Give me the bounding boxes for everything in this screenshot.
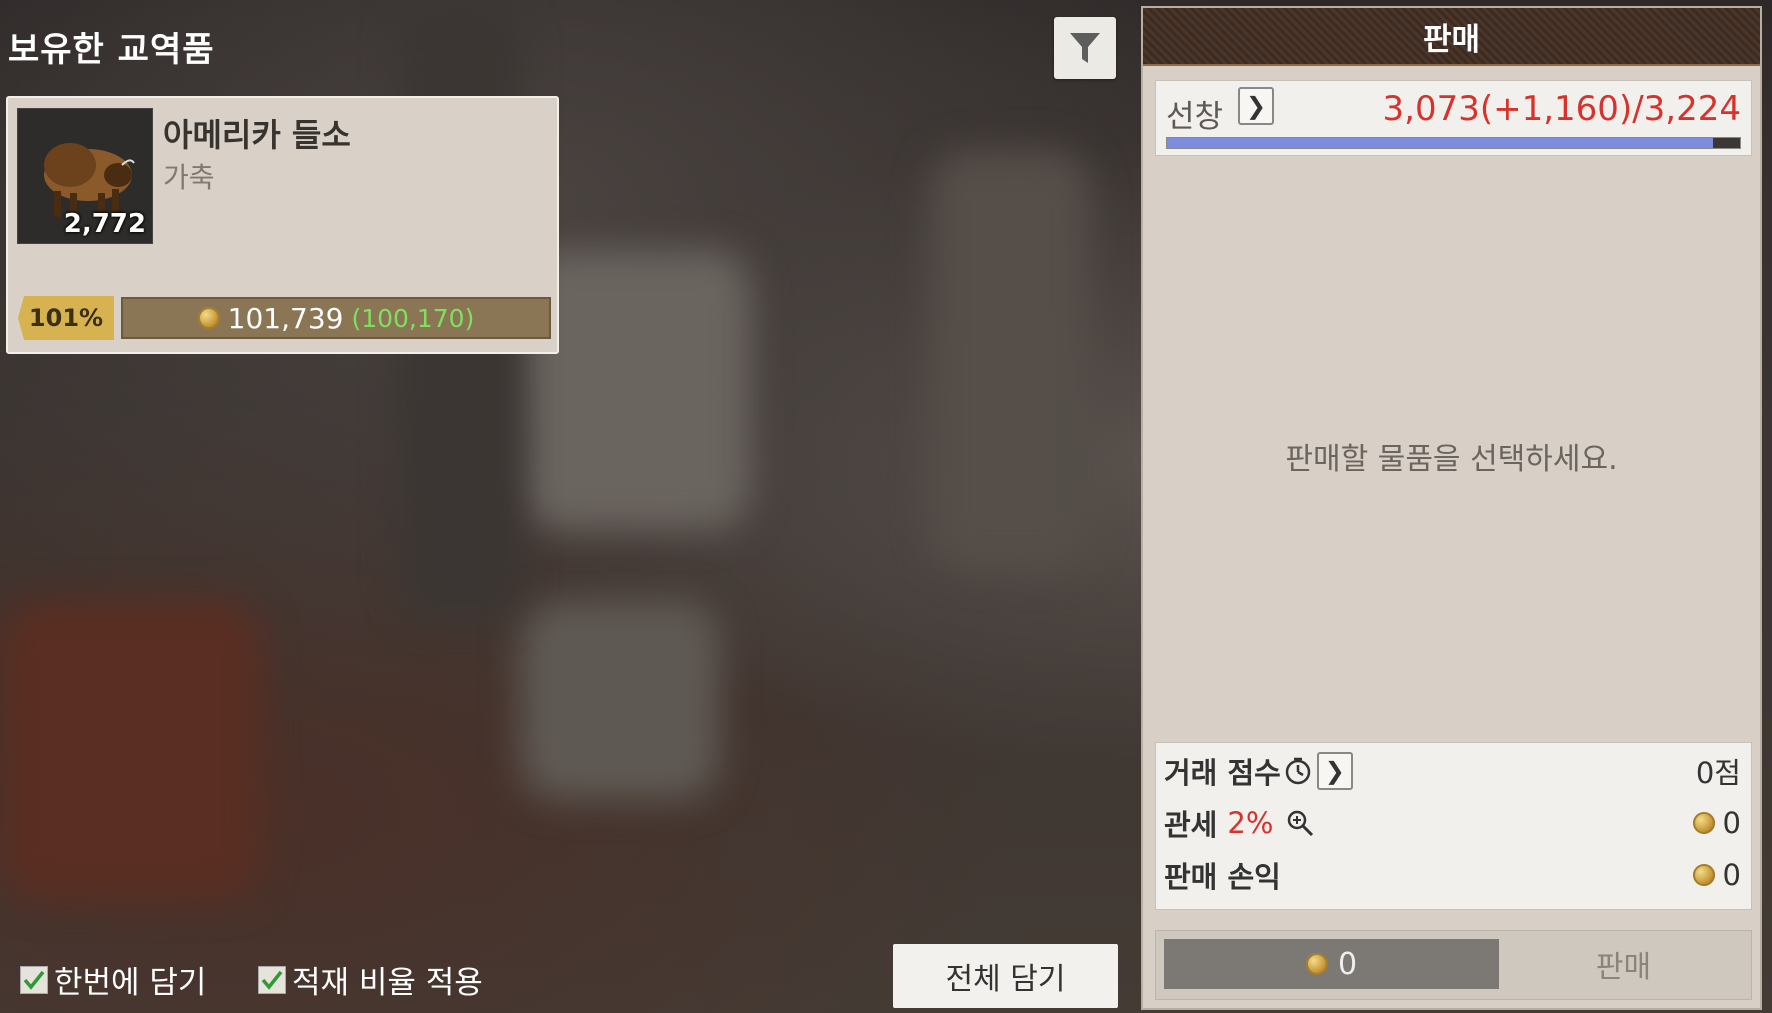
- tax-value-group: 0: [1692, 806, 1741, 840]
- item-price: 101,739: [227, 301, 344, 335]
- magnifier-icon[interactable]: [1285, 808, 1315, 838]
- timer-icon: [1285, 757, 1311, 785]
- cargo-value: 3,073(+1,160)/3,224: [1382, 89, 1741, 129]
- cargo-box: 선창 ❯ 3,073(+1,160)/3,224: [1155, 80, 1752, 156]
- profit-value: 0: [1722, 858, 1741, 892]
- load-all-button[interactable]: 전체 담기: [893, 944, 1118, 1008]
- summary-box: 거래 점수 ❯ 0점 관세 2% 0 판매 손익 0: [1155, 742, 1752, 910]
- item-category: 가축: [163, 161, 215, 194]
- item-thumbnail: 2,772: [17, 108, 153, 244]
- sell-amount-display: 0: [1164, 939, 1499, 989]
- trade-score-value: 0점: [1695, 756, 1741, 790]
- tax-value: 0: [1722, 806, 1741, 840]
- background-shape: [520, 600, 720, 800]
- item-card[interactable]: 2,772 아메리카 들소 가축 101% 101,739 (100,170): [6, 96, 559, 354]
- profit-row: 판매 손익 0: [1164, 851, 1741, 899]
- tax-label: 관세: [1164, 808, 1218, 842]
- apply-ratio-checkbox[interactable]: 적재 비율 적용: [258, 957, 483, 1002]
- cargo-progress-bar: [1166, 137, 1741, 149]
- tax-percent: 2%: [1227, 806, 1274, 840]
- tax-row: 관세 2% 0: [1164, 799, 1741, 847]
- sell-panel-title: 판매: [1143, 8, 1760, 66]
- cargo-chevron-button[interactable]: ❯: [1238, 87, 1274, 125]
- price-bar: 101,739 (100,170): [121, 297, 551, 339]
- profit-value-group: 0: [1692, 858, 1741, 892]
- background-shape: [930, 150, 1090, 570]
- cargo-progress-fill: [1167, 138, 1714, 148]
- coin-icon: [1692, 864, 1715, 886]
- price-percent-badge: 101%: [18, 296, 114, 340]
- coin-icon: [1305, 953, 1328, 975]
- item-name: 아메리카 들소: [163, 116, 351, 154]
- chevron-right-icon: ❯: [1324, 757, 1345, 785]
- item-base-price: (100,170): [351, 303, 475, 333]
- sell-area: 0 판매: [1155, 930, 1752, 1000]
- empty-message: 판매할 물품을 선택하세요.: [1285, 442, 1618, 477]
- coin-icon: [197, 307, 220, 329]
- background-shape: [0, 600, 260, 900]
- sell-panel: 판매 선창 ❯ 3,073(+1,160)/3,224 판매할 물품을 선택하세…: [1141, 6, 1762, 1010]
- checkmark-icon: [261, 970, 283, 990]
- item-quantity: 2,772: [63, 209, 146, 239]
- chevron-right-icon: ❯: [1245, 92, 1267, 120]
- sell-amount-value: 0: [1337, 946, 1358, 982]
- profit-label: 판매 손익: [1164, 860, 1281, 894]
- checkbox-checked[interactable]: [20, 965, 48, 994]
- load-at-once-label: 한번에 담기: [54, 965, 207, 1001]
- filter-icon: [1070, 33, 1100, 63]
- trade-score-row: 거래 점수 ❯ 0점: [1164, 747, 1741, 795]
- trade-score-chevron-button[interactable]: ❯: [1316, 752, 1353, 790]
- load-at-once-checkbox[interactable]: 한번에 담기: [20, 957, 206, 1002]
- filter-button[interactable]: [1054, 17, 1116, 79]
- coin-icon: [1692, 812, 1715, 834]
- cargo-label: 선창: [1166, 99, 1224, 135]
- apply-ratio-label: 적재 비율 적용: [292, 965, 483, 1001]
- inventory-title: 보유한 교역품: [8, 30, 215, 70]
- checkmark-icon: [23, 970, 45, 990]
- trade-score-label: 거래 점수: [1164, 756, 1281, 790]
- checkbox-checked[interactable]: [258, 965, 286, 994]
- sell-button[interactable]: 판매: [1504, 939, 1743, 989]
